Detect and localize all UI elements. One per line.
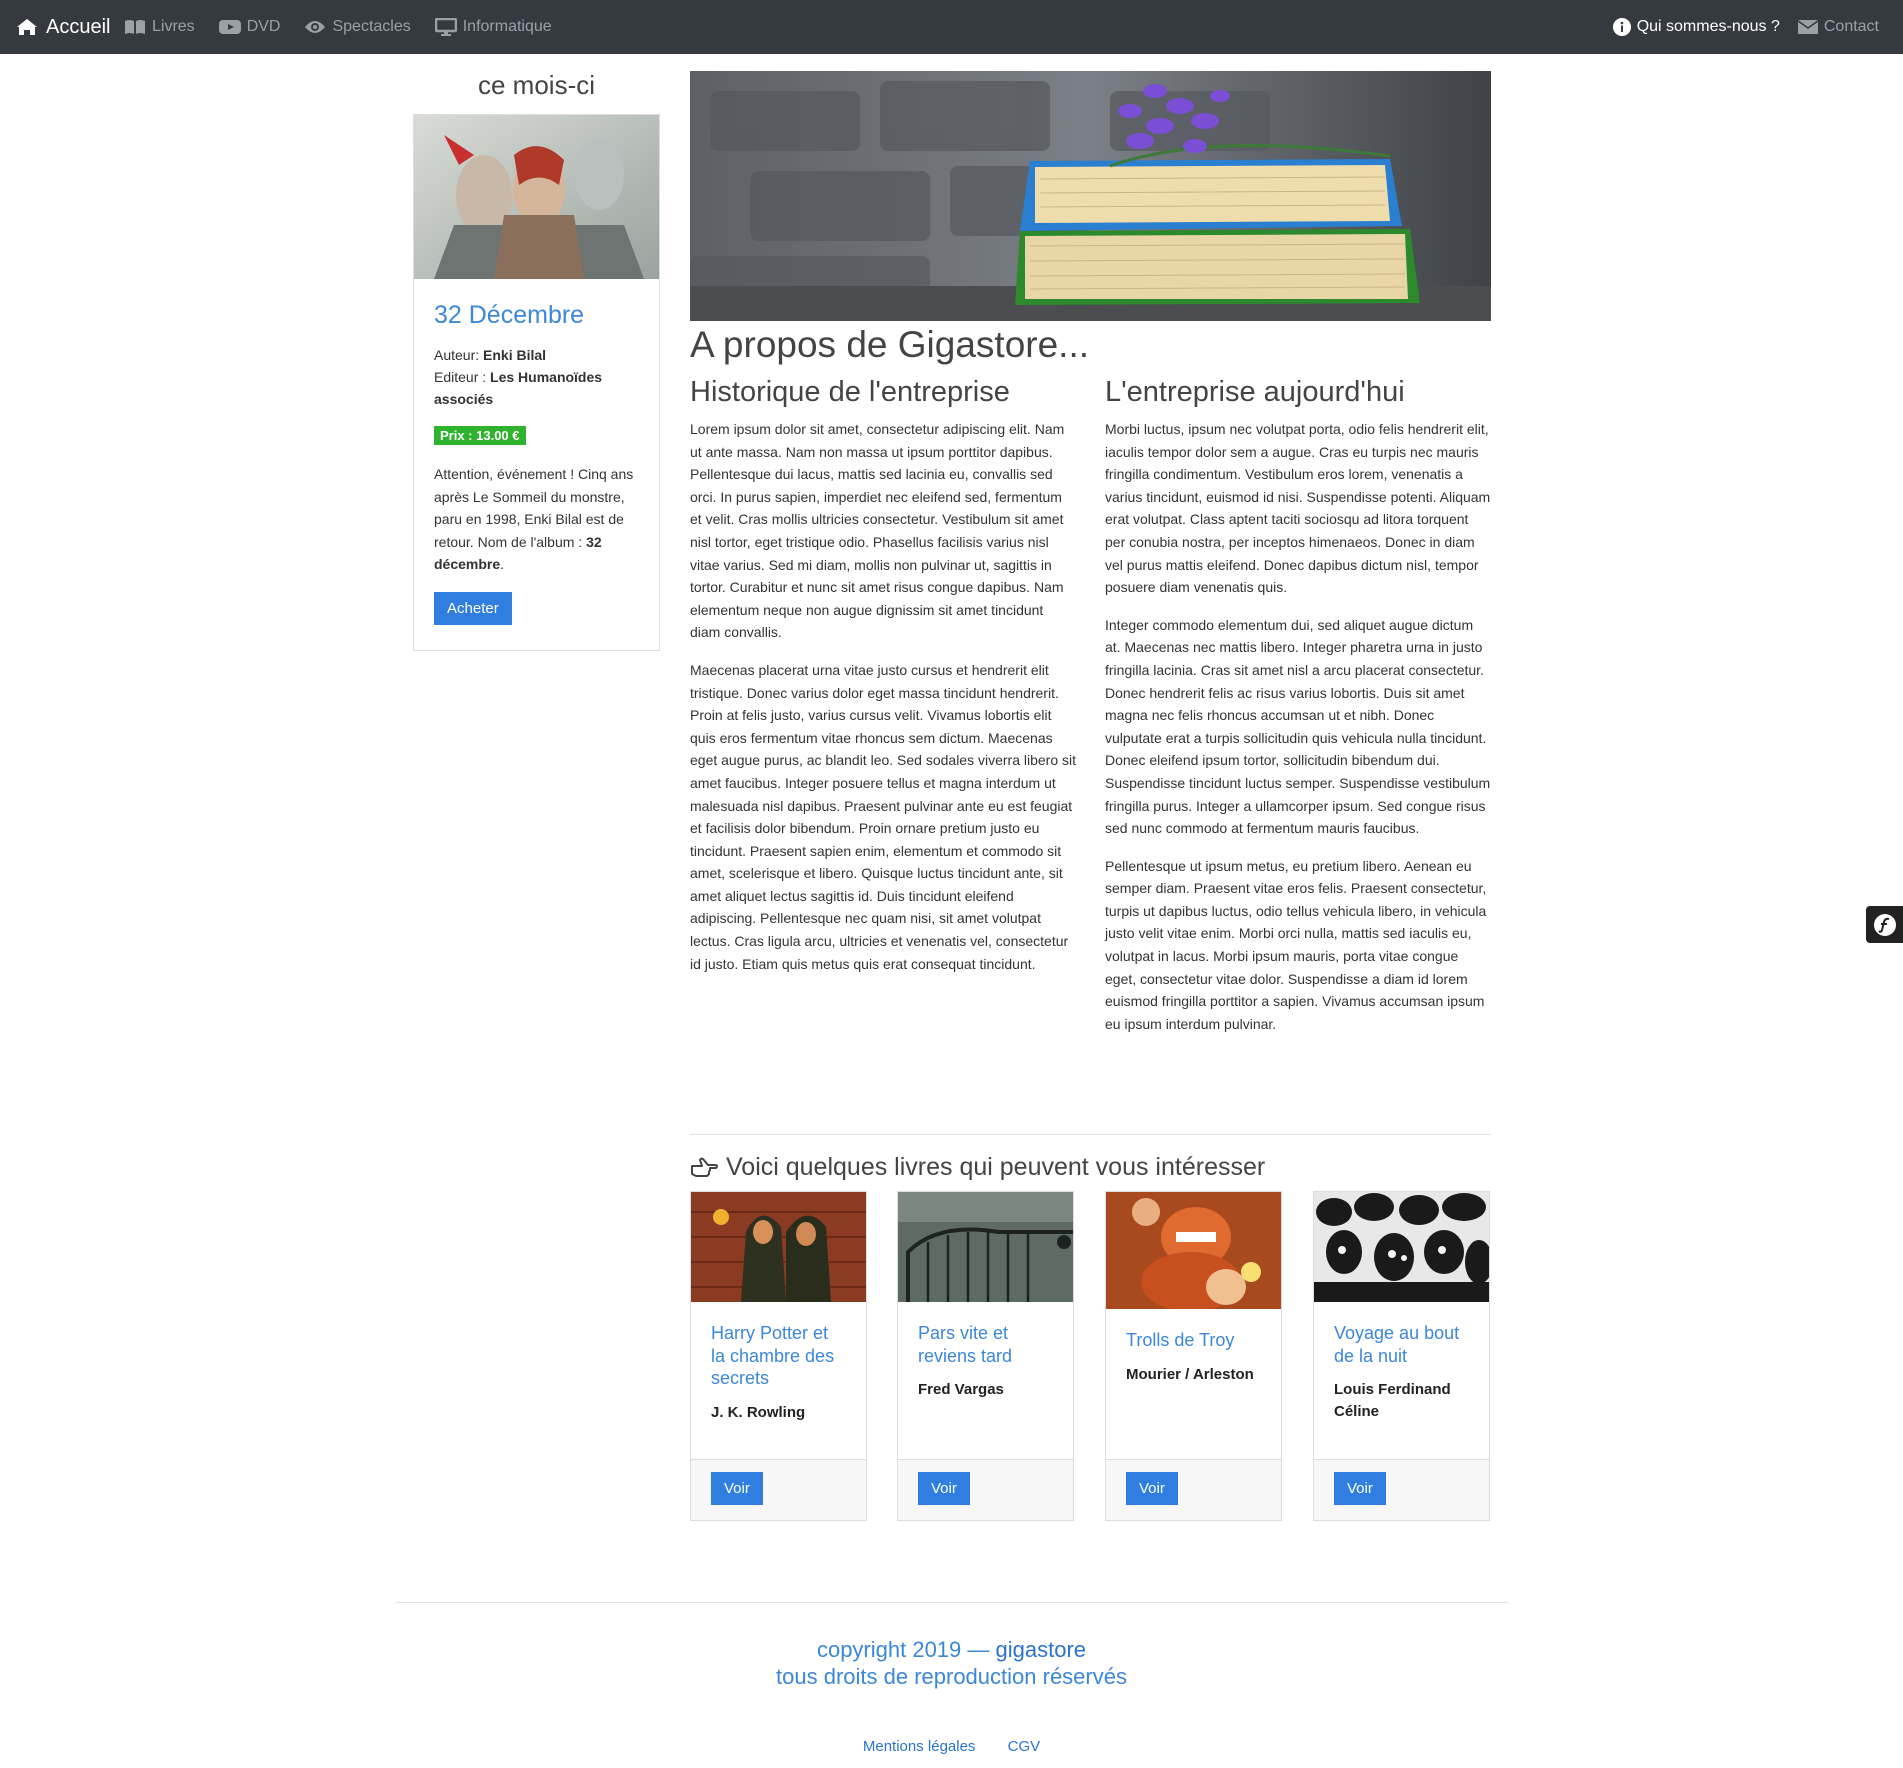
hero-image	[690, 71, 1491, 321]
book-card: Pars vite et reviens tard Fred Vargas Vo…	[897, 1191, 1074, 1521]
legal-notice-link[interactable]: Mentions légales	[863, 1738, 976, 1755]
nav-link-dvd[interactable]: DVD	[218, 18, 281, 36]
view-book-button[interactable]: Voir	[918, 1472, 970, 1505]
featured-book-card: 32 Décembre Auteur: Enki Bilal Editeur :…	[413, 114, 660, 651]
featured-book-description: Attention, événement ! Cinq ans après Le…	[434, 463, 639, 576]
copyright-text: copyright 2019 —	[816, 1637, 990, 1662]
sidebar-heading: ce mois-ci	[477, 70, 595, 100]
author-label: Auteur:	[434, 347, 480, 363]
featured-book-title[interactable]: 32 Décembre	[434, 301, 639, 330]
book-icon	[125, 20, 145, 34]
price-badge: Prix : 13.00 €	[434, 426, 526, 445]
cgv-link[interactable]: CGV	[1008, 1738, 1041, 1755]
navbar: Accueil Livres DVD Spectacles Informatiq…	[0, 0, 1903, 54]
author-value: Enki Bilal	[483, 347, 547, 363]
nav-link-label: Spectacles	[332, 18, 411, 35]
nav-brand-label: Accueil	[46, 15, 111, 38]
description-text: Attention, événement ! Cinq ans après Le…	[434, 466, 634, 550]
nav-link-contact[interactable]: Contact	[1797, 18, 1879, 36]
featured-book-author: Auteur: Enki Bilal	[434, 344, 639, 366]
footer-copyright: copyright 2019 — gigastore tous droits d…	[0, 1636, 1903, 1690]
nav-link-label: DVD	[246, 18, 281, 35]
today-text: Morbi luctus, ipsum nec volutpat porta, …	[1105, 418, 1491, 1050]
rights-text: tous droits de reproduction réservés	[776, 1664, 1127, 1689]
today-paragraph: Integer commodo elementum dui, sed aliqu…	[1105, 616, 1491, 837]
nav-link-label: Informatique	[462, 18, 552, 35]
featured-book-editor: Editeur : Les Humanoïdes associés	[434, 366, 639, 410]
footer-brand-link[interactable]: gigastore	[996, 1637, 1087, 1662]
featured-book-cover	[414, 115, 659, 279]
nav-link-label: Contact	[1823, 18, 1879, 35]
symfony-toolbar-toggle[interactable]	[1866, 906, 1903, 943]
view-book-button[interactable]: Voir	[1126, 1472, 1178, 1505]
book-cover	[898, 1192, 1073, 1302]
history-paragraph: Maecenas placerat urna vitae justo cursu…	[690, 661, 1077, 972]
youtube-icon	[218, 20, 241, 34]
envelope-icon	[1797, 20, 1818, 34]
nav-link-spectacles[interactable]: Spectacles	[304, 18, 411, 36]
symfony-icon	[1873, 913, 1896, 936]
today-title: L'entreprise aujourd'hui	[1105, 376, 1405, 408]
eye-icon	[305, 21, 326, 33]
editor-label: Editeur :	[434, 369, 487, 385]
book-card: Harry Potter et la chambre des secrets J…	[690, 1191, 867, 1521]
info-icon	[1612, 18, 1631, 36]
today-paragraph: Pellentesque ut ipsum metus, eu pretium …	[1105, 857, 1487, 1032]
nav-link-label: Livres	[152, 18, 195, 35]
book-cover	[691, 1192, 866, 1302]
book-title[interactable]: Harry Potter et la chambre des secrets	[711, 1322, 846, 1390]
nav-home-link[interactable]: Accueil	[16, 0, 110, 54]
view-book-button[interactable]: Voir	[711, 1472, 763, 1505]
book-author: Mourier / Arleston	[1126, 1365, 1254, 1383]
book-title[interactable]: Voyage au bout de la nuit	[1334, 1322, 1469, 1367]
book-card: Voyage au bout de la nuit Louis Ferdinan…	[1313, 1191, 1490, 1521]
nav-link-livres[interactable]: Livres	[124, 18, 195, 36]
hand-point-right-icon	[691, 1157, 718, 1177]
nav-link-label: Qui sommes-nous ?	[1636, 18, 1780, 35]
today-paragraph: Morbi luctus, ipsum nec volutpat porta, …	[1105, 421, 1491, 596]
footer-links: Mentions légales CGV	[0, 1738, 1903, 1755]
nav-link-informatique[interactable]: Informatique	[434, 18, 552, 36]
history-text: Lorem ipsum dolor sit amet, consectetur …	[690, 418, 1076, 990]
history-title: Historique de l'entreprise	[690, 376, 1010, 408]
recommendations-title-text: Voici quelques livres qui peuvent vous i…	[726, 1153, 1266, 1181]
buy-button[interactable]: Acheter	[434, 591, 512, 625]
book-author: J. K. Rowling	[711, 1403, 806, 1421]
history-paragraph: Lorem ipsum dolor sit amet, consectetur …	[690, 421, 1065, 641]
book-title[interactable]: Trolls de Troy	[1126, 1329, 1261, 1352]
home-icon	[17, 19, 37, 35]
footer-divider	[396, 1602, 1508, 1603]
about-title: A propos de Gigastore...	[690, 324, 1090, 365]
description-end: .	[500, 556, 505, 572]
book-card: Trolls de Troy Mourier / Arleston Voir	[1105, 1191, 1282, 1521]
desktop-icon	[434, 18, 457, 36]
recommendations-title: Voici quelques livres qui peuvent vous i…	[690, 1153, 1265, 1182]
view-book-button[interactable]: Voir	[1334, 1472, 1386, 1505]
book-cover	[1314, 1192, 1489, 1302]
book-cover	[1106, 1192, 1281, 1309]
section-divider	[690, 1134, 1491, 1135]
nav-link-about[interactable]: Qui sommes-nous ?	[1612, 18, 1780, 36]
book-title[interactable]: Pars vite et reviens tard	[918, 1322, 1053, 1367]
book-author: Fred Vargas	[918, 1381, 1004, 1398]
book-author: Louis Ferdinand Céline	[1334, 1381, 1451, 1420]
